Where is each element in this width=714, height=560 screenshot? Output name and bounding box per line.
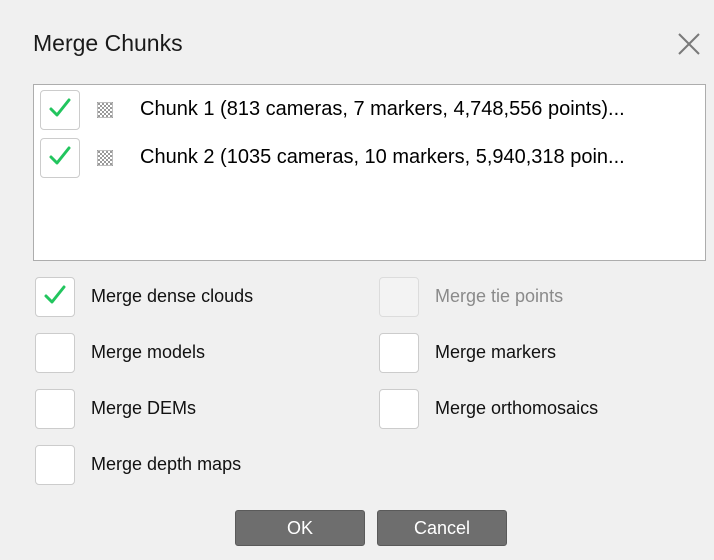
dialog-title: Merge Chunks	[33, 30, 183, 56]
check-icon	[48, 97, 72, 124]
merge-chunks-dialog: Merge Chunks Chunk 1 (813 cameras, 7 mar…	[0, 0, 714, 560]
chunk-list[interactable]: Chunk 1 (813 cameras, 7 markers, 4,748,5…	[33, 84, 706, 261]
merge-dense-clouds-label: Merge dense clouds	[91, 286, 254, 306]
chunk-2-checkbox[interactable]	[40, 138, 80, 178]
chunk-1-label: Chunk 1 (813 cameras, 7 markers, 4,748,5…	[140, 98, 625, 120]
merge-dems-checkbox[interactable]	[35, 389, 75, 429]
merge-orthomosaics-label: Merge orthomosaics	[435, 398, 599, 418]
merge-orthomosaics-checkbox[interactable]	[379, 389, 419, 429]
merge-depth-maps-checkbox[interactable]	[35, 445, 75, 485]
checkerboard-icon	[96, 101, 114, 119]
merge-markers-label: Merge markers	[435, 342, 557, 362]
merge-dems-label: Merge DEMs	[91, 398, 197, 418]
merge-tie-points-label: Merge tie points	[435, 286, 564, 306]
chunk-row-2[interactable]: Chunk 2 (1035 cameras, 10 markers, 5,940…	[40, 138, 700, 180]
chunk-row-1[interactable]: Chunk 1 (813 cameras, 7 markers, 4,748,5…	[40, 90, 700, 132]
merge-models-checkbox[interactable]	[35, 333, 75, 373]
cancel-button[interactable]: Cancel	[377, 510, 507, 546]
chunk-1-checkbox[interactable]	[40, 90, 80, 130]
ok-button[interactable]: OK	[235, 510, 365, 546]
chunk-2-label: Chunk 2 (1035 cameras, 10 markers, 5,940…	[140, 146, 625, 168]
merge-markers-checkbox[interactable]	[379, 333, 419, 373]
merge-models-label: Merge models	[91, 342, 206, 362]
merge-tie-points-checkbox	[379, 277, 419, 317]
merge-depth-maps-label: Merge depth maps	[91, 454, 242, 474]
merge-dense-clouds-checkbox[interactable]	[35, 277, 75, 317]
check-icon	[48, 145, 72, 172]
close-icon[interactable]	[676, 31, 702, 57]
checkerboard-icon	[96, 149, 114, 167]
check-icon	[43, 284, 67, 311]
